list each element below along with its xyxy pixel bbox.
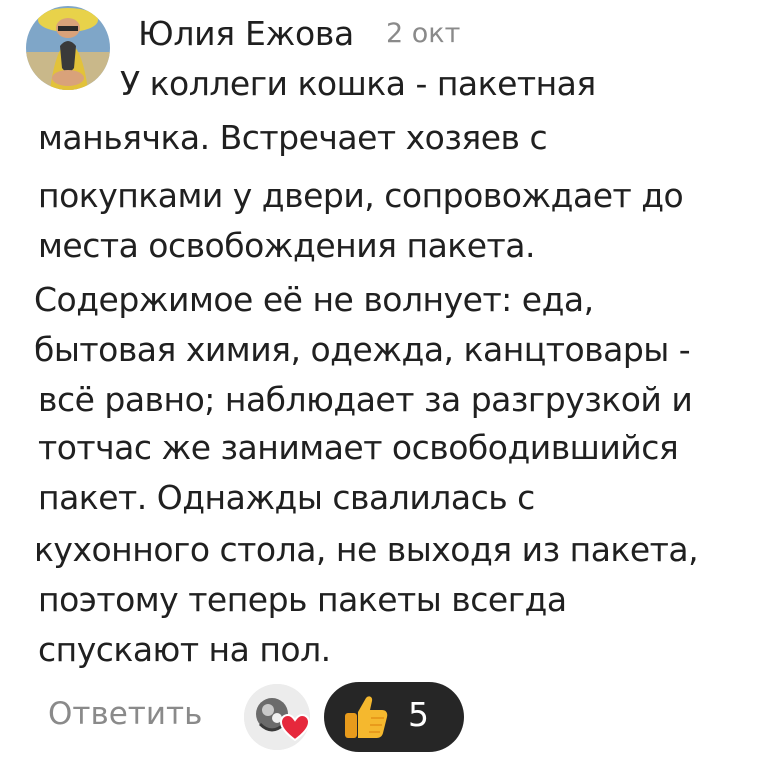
comment-line: пакет. Однажды свалилась с xyxy=(38,478,535,517)
comment-line: тотчас же занимает освободившийся xyxy=(38,428,679,467)
comment-line: покупками у двери, сопровождает до xyxy=(38,176,684,215)
comment-line: поэтому теперь пакеты всегда xyxy=(38,580,567,619)
reply-button[interactable]: Ответить xyxy=(48,696,202,732)
comment-line: кухонного стола, не выходя из пакета, xyxy=(34,530,699,569)
comment-line: маньячка. Встречает хозяев с xyxy=(38,118,548,157)
comment-line: бытовая химия, одежда, канцтовары - xyxy=(34,330,691,369)
author-avatar-photo xyxy=(26,6,110,90)
author-avatar[interactable] xyxy=(26,6,110,90)
thumbs-up-icon xyxy=(345,696,388,738)
comment-line: У коллеги кошка - пакетная xyxy=(120,64,596,103)
comment-line: места освобождения пакета. xyxy=(38,226,535,265)
comment-line: спускают на пол. xyxy=(38,630,331,669)
author-name[interactable]: Юлия Ежова xyxy=(138,14,354,53)
comment-timestamp: 2 окт xyxy=(386,18,461,49)
comment-line: всё равно; наблюдает за разгрузкой и xyxy=(38,380,693,419)
reaction-count: 5 xyxy=(408,695,429,734)
reactor-avatar[interactable] xyxy=(244,684,310,750)
heart-icon xyxy=(280,714,310,742)
reaction-pill[interactable]: 5 xyxy=(324,682,464,752)
comment-line: Содержимое её не волнует: еда, xyxy=(34,280,594,319)
